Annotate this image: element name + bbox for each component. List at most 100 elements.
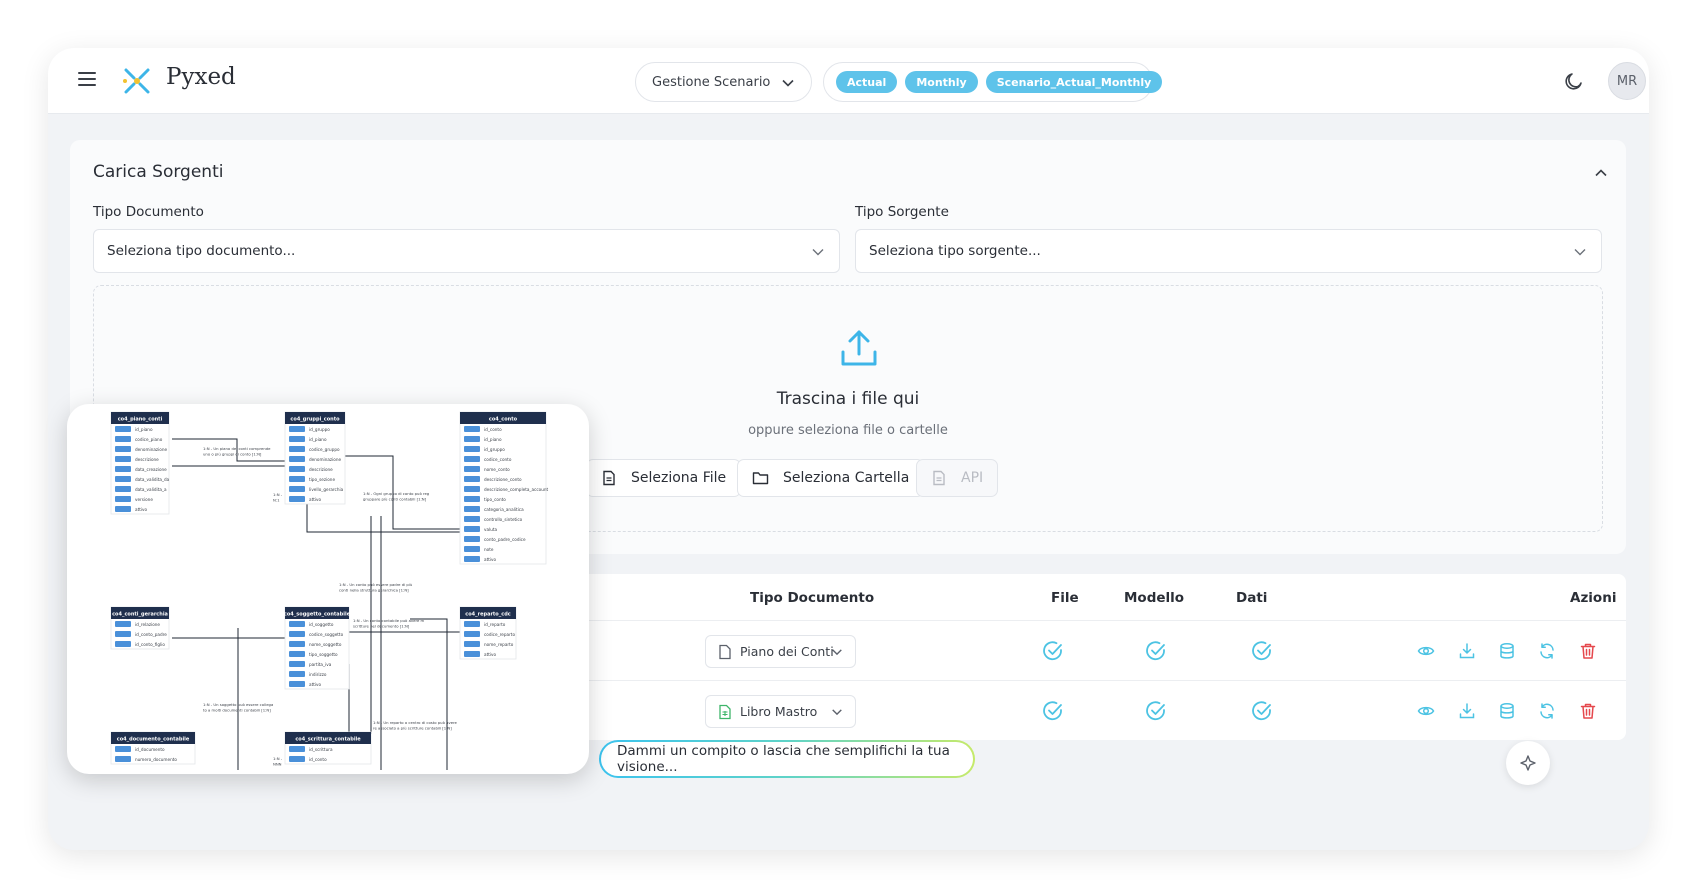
erd-table: co4_documento_contabile id_documentonumer… <box>110 731 196 765</box>
erd-field-name: attivo <box>309 682 321 687</box>
erd-field-name: id_conto_figlio <box>135 642 165 647</box>
tag-monthly[interactable]: Monthly <box>905 71 978 93</box>
folder-icon <box>752 472 769 485</box>
erd-relation-label: 1:N - Ogni gruppo di conto può reg <box>363 491 430 496</box>
erd-field-type-badge <box>289 671 305 677</box>
erd-relation-label: NNN <box>273 762 282 767</box>
chevron-down-icon <box>812 249 824 256</box>
api-button[interactable]: API <box>916 459 999 497</box>
erd-field-type-badge <box>289 486 305 492</box>
doc-type-select[interactable]: Seleziona tipo documento... <box>93 229 840 273</box>
erd-table-name: co4_conti_gerarchia <box>112 612 168 618</box>
chevron-down-icon <box>832 709 842 716</box>
erd-field-name: controllo_sintetico <box>484 517 523 522</box>
eye-icon[interactable] <box>1417 642 1435 660</box>
card-title: Carica Sorgenti <box>93 162 224 182</box>
assistant-fab[interactable] <box>1506 741 1550 785</box>
erd-field-type-badge <box>464 456 480 462</box>
erd-field-type-badge <box>289 746 305 752</box>
erd-field-type-badge <box>464 476 480 482</box>
file-icon <box>933 470 945 486</box>
erd-relation-line <box>306 504 460 533</box>
erd-field-name: id_piano <box>135 427 153 432</box>
database-icon[interactable] <box>1498 702 1516 720</box>
erd-relation-line <box>410 618 448 770</box>
doc-type-row-select[interactable]: Libro Mastro <box>705 695 856 728</box>
upload-icon <box>841 330 877 366</box>
download-icon[interactable] <box>1458 702 1476 720</box>
erd-field-name: id_reparto <box>484 622 506 627</box>
erd-field-name: data_creazione <box>135 467 167 472</box>
erd-field-type-badge <box>289 681 305 687</box>
check-circle-icon <box>1252 641 1271 661</box>
erd-relation-label: 1:N - <box>273 756 283 761</box>
erd-table: co4_piano_conti id_piano codice_pianodenom… <box>110 411 170 515</box>
erd-field-type-badge <box>115 641 131 647</box>
trash-icon[interactable] <box>1579 642 1597 660</box>
erd-relation-label: re associato a più scritture contabili [… <box>373 726 452 731</box>
erd-field-name: tipo_soggetto <box>309 652 338 657</box>
hamburger-menu-icon[interactable] <box>78 72 96 88</box>
erd-table-name: co4_gruppi_conto <box>290 417 340 423</box>
doc-type-label: Tipo Documento <box>93 204 204 220</box>
erd-field-name: descrizione_completa_account <box>484 487 549 492</box>
erd-field-name: id_gruppo <box>309 427 330 432</box>
erd-field-type-badge <box>464 466 480 472</box>
erd-field-type-badge <box>464 496 480 502</box>
erd-field-type-badge <box>464 446 480 452</box>
erd-field-type-badge <box>464 486 480 492</box>
erd-field-name: id_conto <box>309 757 327 762</box>
erd-field-name: codice_reparto <box>484 632 515 637</box>
erd-field-type-badge <box>115 456 131 462</box>
erd-field-type-badge <box>464 426 480 432</box>
erd-field-name: id_relazione <box>135 622 160 627</box>
erd-field-name: attivo <box>309 497 321 502</box>
scenario-dropdown[interactable]: Gestione Scenario <box>635 62 812 102</box>
refresh-icon[interactable] <box>1538 702 1556 720</box>
chevron-up-icon[interactable] <box>1594 166 1608 180</box>
avatar[interactable]: MR <box>1608 62 1646 100</box>
erd-field-type-badge <box>464 546 480 552</box>
refresh-icon[interactable] <box>1538 642 1556 660</box>
erd-diagram-preview[interactable]: co4_piano_conti id_piano codice_piano denom… <box>67 404 589 774</box>
erd-table-name: co4_conto <box>489 417 518 423</box>
doc-type-row-select[interactable]: Piano dei Conti <box>705 635 856 668</box>
erd-field-type-badge <box>464 436 480 442</box>
erd-table: co4_conto id_conto id_piano id_gruppocodice… <box>459 411 549 565</box>
erd-table-name: co4_documento_contabile <box>117 737 190 743</box>
database-icon[interactable] <box>1498 642 1516 660</box>
erd-field-type-badge <box>464 556 480 562</box>
download-icon[interactable] <box>1458 642 1476 660</box>
moon-icon[interactable] <box>1563 70 1585 92</box>
chevron-down-icon <box>782 79 794 87</box>
erd-relation-label: gruppare più conti contabili [1:N] <box>363 497 427 502</box>
check-circle-icon <box>1252 701 1271 721</box>
erd-field-name: categoria_analitica <box>484 507 524 512</box>
erd-field-name: id_gruppo <box>484 447 505 452</box>
source-type-placeholder: Seleziona tipo sorgente... <box>869 243 1041 259</box>
source-type-select[interactable]: Seleziona tipo sorgente... <box>855 229 1602 273</box>
select-folder-button[interactable]: Seleziona Cartella <box>737 459 925 497</box>
erd-field-name: note <box>484 547 494 552</box>
erd-field-name: id_piano <box>309 437 327 442</box>
erd-relation-label: 1:N - Un conto può essere padre di più <box>339 582 413 587</box>
tag-actual[interactable]: Actual <box>836 71 898 93</box>
erd-field-name: nome_conto <box>484 467 510 472</box>
erd-field-name: numero_documento <box>135 757 177 762</box>
erd-field-type-badge <box>289 456 305 462</box>
row-doc-type: Libro Mastro <box>740 704 818 719</box>
trash-icon[interactable] <box>1579 702 1597 720</box>
col-modello: Modello <box>1124 590 1185 606</box>
tag-scenario[interactable]: Scenario_Actual_Monthly <box>985 71 1163 93</box>
col-tipo-documento: Tipo Documento <box>750 590 875 606</box>
spreadsheet-icon <box>719 704 731 719</box>
assistant-input[interactable]: Dammi un compito o lascia che semplifich… <box>599 740 975 778</box>
eye-icon[interactable] <box>1417 702 1435 720</box>
erd-field-type-badge <box>289 621 305 627</box>
erd-relation-label: N:1 <box>273 498 280 503</box>
erd-field-type-badge <box>115 631 131 637</box>
erd-field-name: denominazione <box>309 457 341 462</box>
erd-field-name: descrizione <box>309 467 333 472</box>
select-file-button[interactable]: Seleziona File <box>586 459 742 497</box>
erd-field-type-badge <box>464 536 480 542</box>
